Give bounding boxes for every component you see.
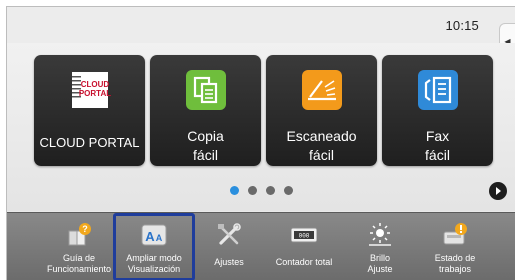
status-bar: 10:15 bbox=[7, 7, 515, 43]
logo-text-line2: PORTAL bbox=[78, 89, 110, 98]
total-counter-icon: 000 bbox=[291, 227, 317, 243]
quick-label: Ajustes bbox=[214, 257, 244, 267]
logo-text-line1: CLOUD bbox=[80, 80, 109, 89]
touch-panel: 10:15 ◀ CLOUD PORTAL CLOUD PORTAL Copia … bbox=[6, 6, 515, 280]
tile-easy-copy[interactable]: Copia fácil bbox=[150, 55, 261, 166]
selection-highlight bbox=[113, 213, 195, 280]
svg-text:?: ? bbox=[82, 224, 88, 234]
page-dot-active[interactable] bbox=[229, 186, 239, 195]
job-status-button[interactable]: Estado de trabajos bbox=[421, 213, 489, 280]
operation-guide-button[interactable]: ? Guía de Funcionamiento bbox=[45, 213, 113, 280]
settings-tools-icon bbox=[218, 223, 241, 245]
fax-icon bbox=[417, 70, 458, 110]
clock: 10:15 bbox=[445, 18, 479, 33]
tile-cloud-portal[interactable]: CLOUD PORTAL CLOUD PORTAL bbox=[34, 55, 145, 166]
total-counter-button[interactable]: 000 Contador total bbox=[270, 213, 338, 280]
next-page-button[interactable] bbox=[489, 182, 507, 200]
copy-icon bbox=[185, 70, 226, 110]
tile-label: Escaneado fácil bbox=[286, 128, 357, 163]
quick-label: Estado de trabajos bbox=[434, 253, 476, 274]
home-screen: CLOUD PORTAL CLOUD PORTAL Copia fácil Es… bbox=[7, 43, 515, 211]
page-dot[interactable] bbox=[247, 186, 257, 195]
brightness-icon bbox=[369, 223, 391, 246]
play-right-icon bbox=[496, 187, 501, 195]
page-dot[interactable] bbox=[283, 186, 293, 195]
quick-label: Guía de Funcionamiento bbox=[46, 253, 112, 274]
help-guide-icon: ? bbox=[68, 223, 91, 246]
quick-label: Contador total bbox=[275, 257, 333, 267]
job-status-icon bbox=[443, 223, 467, 245]
page-dot[interactable] bbox=[265, 186, 275, 195]
page-indicator bbox=[7, 186, 515, 196]
tile-label: Fax fácil bbox=[425, 128, 450, 163]
tile-label: CLOUD PORTAL bbox=[39, 135, 140, 150]
quick-access-bar: ? Guía de Funcionamiento A A Ampliar mod… bbox=[7, 212, 515, 280]
tile-easy-fax[interactable]: Fax fácil bbox=[382, 55, 493, 166]
tile-easy-scan[interactable]: Escaneado fácil bbox=[266, 55, 377, 166]
scan-icon bbox=[301, 70, 342, 110]
counter-digits: 000 bbox=[299, 233, 310, 240]
settings-button[interactable]: Ajustes bbox=[195, 213, 263, 280]
tile-label: Copia fácil bbox=[187, 128, 224, 163]
brightness-adjust-button[interactable]: Brillo Ajuste bbox=[346, 213, 414, 280]
cloud-portal-icon: CLOUD PORTAL bbox=[71, 72, 111, 108]
quick-label: Brillo Ajuste bbox=[367, 253, 393, 274]
